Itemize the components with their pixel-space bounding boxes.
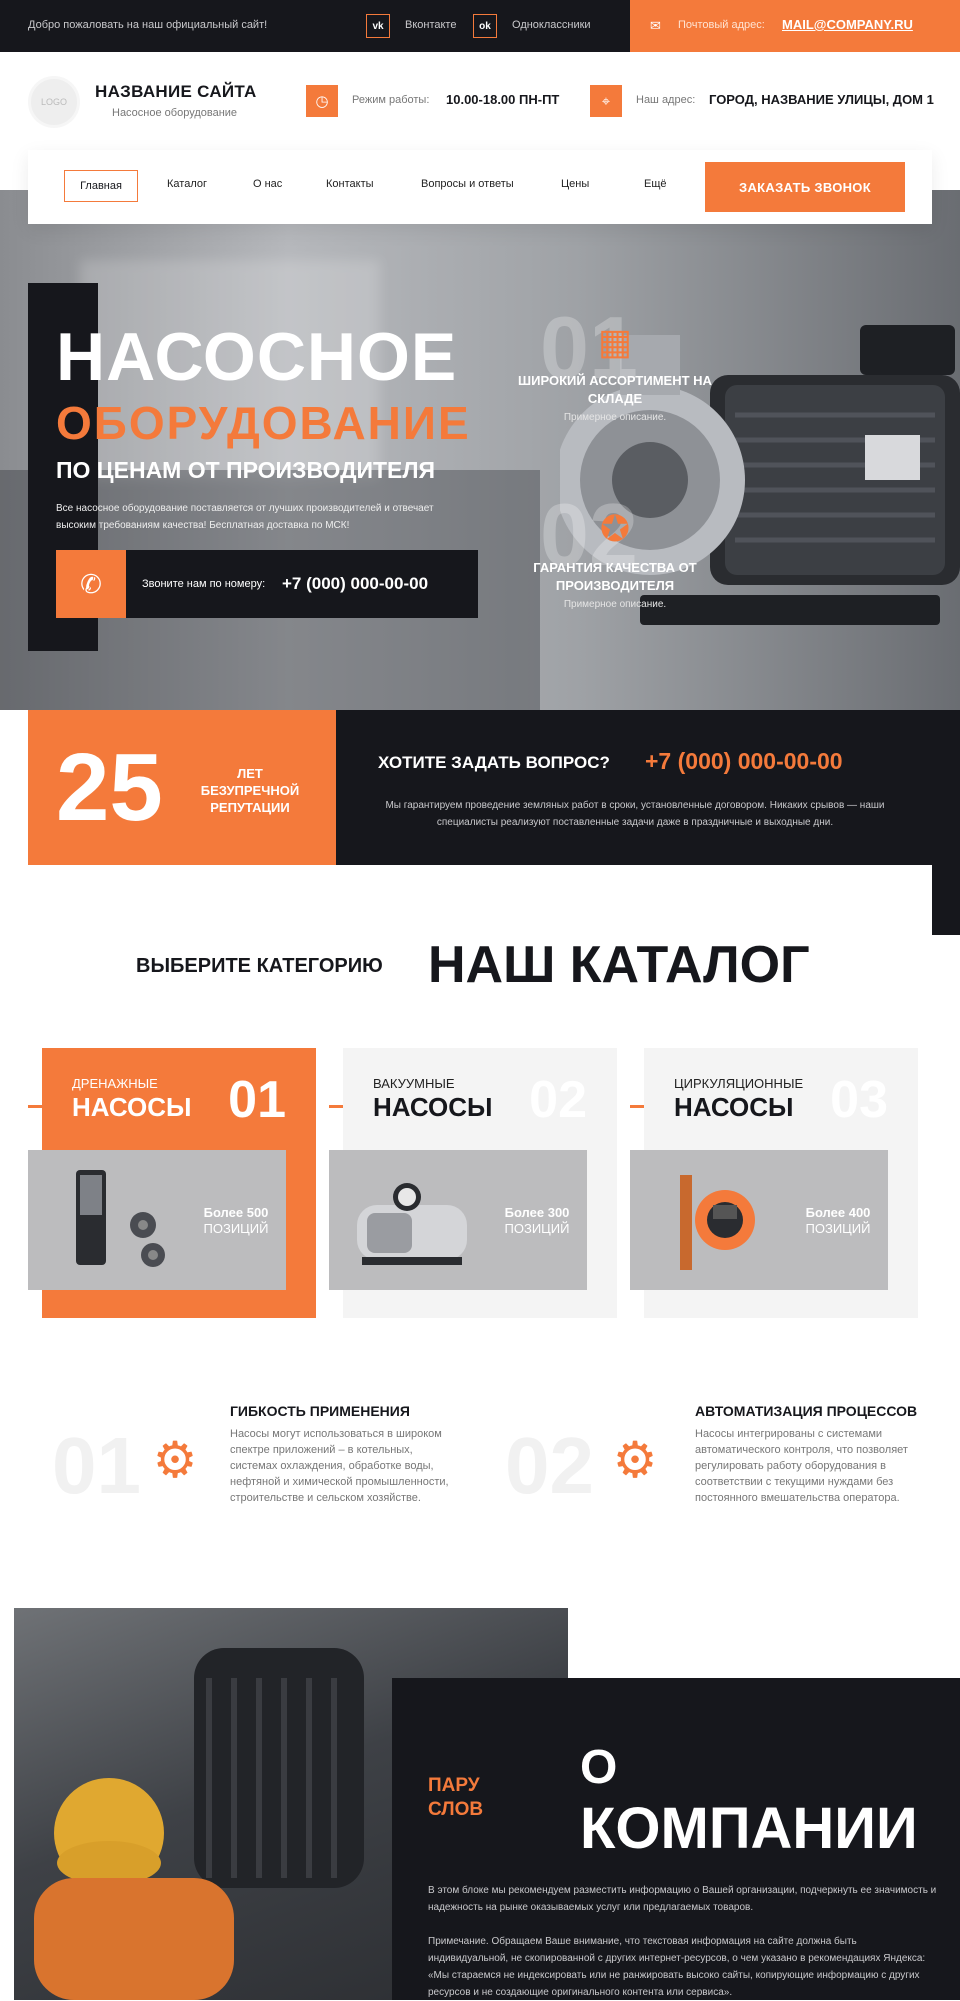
card-number: 03 xyxy=(830,1071,888,1129)
card-name: НАСОСЫ xyxy=(72,1092,192,1122)
nav-contacts[interactable]: Контакты xyxy=(326,178,374,190)
about-pretitle-line2: СЛОВ xyxy=(428,1799,484,1820)
card-name: НАСОСЫ xyxy=(373,1092,493,1122)
mail-link[interactable]: MAIL@COMPANY.RU xyxy=(782,17,913,32)
card-count-value: Более 500 xyxy=(203,1205,269,1220)
drainage-pump-image xyxy=(76,1170,165,1267)
card-image: Более 500 ПОЗИЦИЙ xyxy=(28,1150,286,1290)
hero-feature-1: 01 ▦ ШИРОКИЙ АССОРТИМЕНТ НА СКЛАДЕ Приме… xyxy=(510,304,720,424)
card-count-unit: ПОЗИЦИЙ xyxy=(805,1221,871,1236)
logo[interactable]: LOGO xyxy=(28,76,80,128)
catalog-card-vacuum[interactable]: ВАКУУМНЫЕ НАСОСЫ 02 Более 300 ПОЗИЦИЙ xyxy=(329,1048,617,1318)
hero-phone-number[interactable]: +7 (000) 000-00-00 xyxy=(282,574,428,594)
question-description: Мы гарантируем проведение земляных работ… xyxy=(385,800,885,828)
warehouse-icon: ▦ xyxy=(597,321,632,362)
about-title-line2: КОМПАНИИ xyxy=(580,1796,918,1861)
hero-phone-label: Звоните нам по номеру: xyxy=(142,578,266,590)
hero-title-line3: ПО ЦЕНАМ ОТ ПРОИЗВОДИТЕЛЯ xyxy=(56,457,436,483)
address-label: Наш адрес: xyxy=(636,94,696,106)
card-count: Более 500 ПОЗИЦИЙ xyxy=(186,1205,286,1237)
about-title-line1: О xyxy=(580,1741,618,1794)
welcome-text: Добро пожаловать на наш официальный сайт… xyxy=(28,19,268,31)
card-image: Более 400 ПОЗИЦИЙ xyxy=(630,1150,888,1290)
card-count-value: Более 400 xyxy=(805,1205,871,1220)
ok-icon[interactable]: ok xyxy=(473,14,497,38)
nav-home[interactable]: Главная xyxy=(64,170,138,202)
years-label: ЛЕТ БЕЗУПРЕЧНОЙ РЕПУТАЦИИ xyxy=(200,766,300,815)
card-type: ВАКУУМНЫЕ xyxy=(373,1076,455,1091)
nav-faq[interactable]: Вопросы и ответы xyxy=(421,178,514,190)
hero-banner xyxy=(0,190,960,710)
nav-prices[interactable]: Цены xyxy=(561,178,589,190)
hero-description: Все насосное оборудование поставляется о… xyxy=(56,503,434,531)
address-value: ГОРОД, НАЗВАНИЕ УЛИЦЫ, ДОМ 1 xyxy=(709,92,934,107)
feature-title: АВТОМАТИЗАЦИЯ ПРОЦЕССОВ xyxy=(695,1403,918,1419)
card-count-unit: ПОЗИЦИЙ xyxy=(203,1221,269,1236)
mail-icon: ✉ xyxy=(650,18,661,33)
about-paragraph: В этом блоке мы рекомендуем разместить и… xyxy=(428,1885,937,1913)
years-number: 25 xyxy=(56,734,163,841)
ok-link[interactable]: Одноклассники xyxy=(512,19,591,31)
about-text: В этом блоке мы рекомендуем разместить и… xyxy=(428,1882,938,2001)
phone-icon: ✆ xyxy=(56,550,126,618)
hero-feature-title: ШИРОКИЙ АССОРТИМЕНТ НА СКЛАДЕ xyxy=(518,373,712,406)
hero-feature-2: 02 ✪ ГАРАНТИЯ КАЧЕСТВА ОТ ПРОИЗВОДИТЕЛЯ … xyxy=(510,491,720,611)
question-box xyxy=(336,710,932,865)
vk-icon[interactable]: vk xyxy=(366,14,390,38)
card-count: Более 300 ПОЗИЦИЙ xyxy=(487,1205,587,1237)
feature-number: 02 xyxy=(505,1421,594,1510)
hero-feature-title: ГАРАНТИЯ КАЧЕСТВА ОТ ПРОИЗВОДИТЕЛЯ xyxy=(533,560,697,593)
card-count: Более 400 ПОЗИЦИЙ xyxy=(788,1205,888,1237)
card-name: НАСОСЫ xyxy=(674,1092,794,1122)
about-paragraph: Примечание. Обращаем Ваше внимание, что … xyxy=(428,1936,926,1998)
feature-number: 01 xyxy=(52,1421,141,1510)
card-type: ДРЕНАЖНЫЕ xyxy=(72,1076,158,1091)
feature-desc: Насосы могут использоваться в широком сп… xyxy=(230,1428,449,1504)
card-count-unit: ПОЗИЦИЙ xyxy=(504,1221,570,1236)
feature-title: ГИБКОСТЬ ПРИМЕНЕНИЯ xyxy=(230,1403,410,1419)
catalog-title: НАШ КАТАЛОГ xyxy=(428,936,810,994)
hours-label: Режим работы: xyxy=(352,94,430,106)
about-pretitle-line1: ПАРУ xyxy=(428,1775,480,1796)
nav-about[interactable]: О нас xyxy=(253,178,282,190)
hero-phone-box[interactable]: ✆ Звоните нам по номеру: +7 (000) 000-00… xyxy=(56,550,478,618)
card-count-value: Более 300 xyxy=(504,1205,570,1220)
hero-feature-sub: Примерное описание. xyxy=(563,599,667,610)
mail-box: ✉ Почтовый адрес: MAIL@COMPANY.RU xyxy=(630,0,960,52)
clock-icon: ◷ xyxy=(306,85,338,117)
site-name: НАЗВАНИЕ САЙТА xyxy=(95,82,257,101)
automation-gear-icon: ⚙ xyxy=(612,1432,658,1488)
catalog-pretitle: ВЫБЕРИТЕ КАТЕГОРИЮ xyxy=(136,955,383,977)
mail-label: Почтовый адрес: xyxy=(678,19,765,31)
nav-catalog[interactable]: Каталог xyxy=(167,178,207,190)
feature-desc: Насосы интегрированы с системами автомат… xyxy=(695,1428,908,1504)
hours-value: 10.00-18.00 ПН-ПТ xyxy=(446,92,560,107)
main-nav: Главная Каталог О нас Контакты Вопросы и… xyxy=(28,150,932,224)
site-subtitle: Насосное оборудование xyxy=(112,107,238,119)
order-call-button[interactable]: ЗАКАЗАТЬ ЗВОНОК xyxy=(705,162,905,212)
vk-link[interactable]: Вконтакте xyxy=(405,19,456,31)
question-title: ХОТИТЕ ЗАДАТЬ ВОПРОС? xyxy=(378,753,610,772)
card-type: ЦИРКУЛЯЦИОННЫЕ xyxy=(674,1076,804,1091)
quality-badge-icon: ✪ xyxy=(599,508,631,549)
top-bar: Добро пожаловать на наш официальный сайт… xyxy=(0,0,960,52)
hero-title-line2: ОБОРУДОВАНИЕ xyxy=(56,397,471,449)
about-pretitle: ПАРУ СЛОВ xyxy=(428,1774,483,1822)
question-phone[interactable]: +7 (000) 000-00-00 xyxy=(645,748,843,775)
circulation-pump-image xyxy=(680,1175,755,1270)
catalog-card-circulation[interactable]: ЦИРКУЛЯЦИОННЫЕ НАСОСЫ 03 Более 400 ПОЗИЦИ… xyxy=(630,1048,918,1318)
card-number: 02 xyxy=(529,1071,587,1129)
vacuum-pump-image xyxy=(357,1183,467,1265)
location-icon: ⌖ xyxy=(590,85,622,117)
card-image: Более 300 ПОЗИЦИЙ xyxy=(329,1150,587,1290)
hero-feature-sub: Примерное описание. xyxy=(563,412,667,423)
card-number: 01 xyxy=(228,1071,286,1129)
nav-more[interactable]: Ещё xyxy=(644,178,667,190)
catalog-card-drainage[interactable]: ДРЕНАЖНЫЕ НАСОСЫ 01 Более 500 ПОЗИЦИЙ xyxy=(28,1048,316,1318)
dark-side-strip xyxy=(932,710,960,935)
factory-icon: ⚙ xyxy=(152,1432,198,1488)
hero-title-line1: НАСОСНОЕ xyxy=(56,319,458,395)
